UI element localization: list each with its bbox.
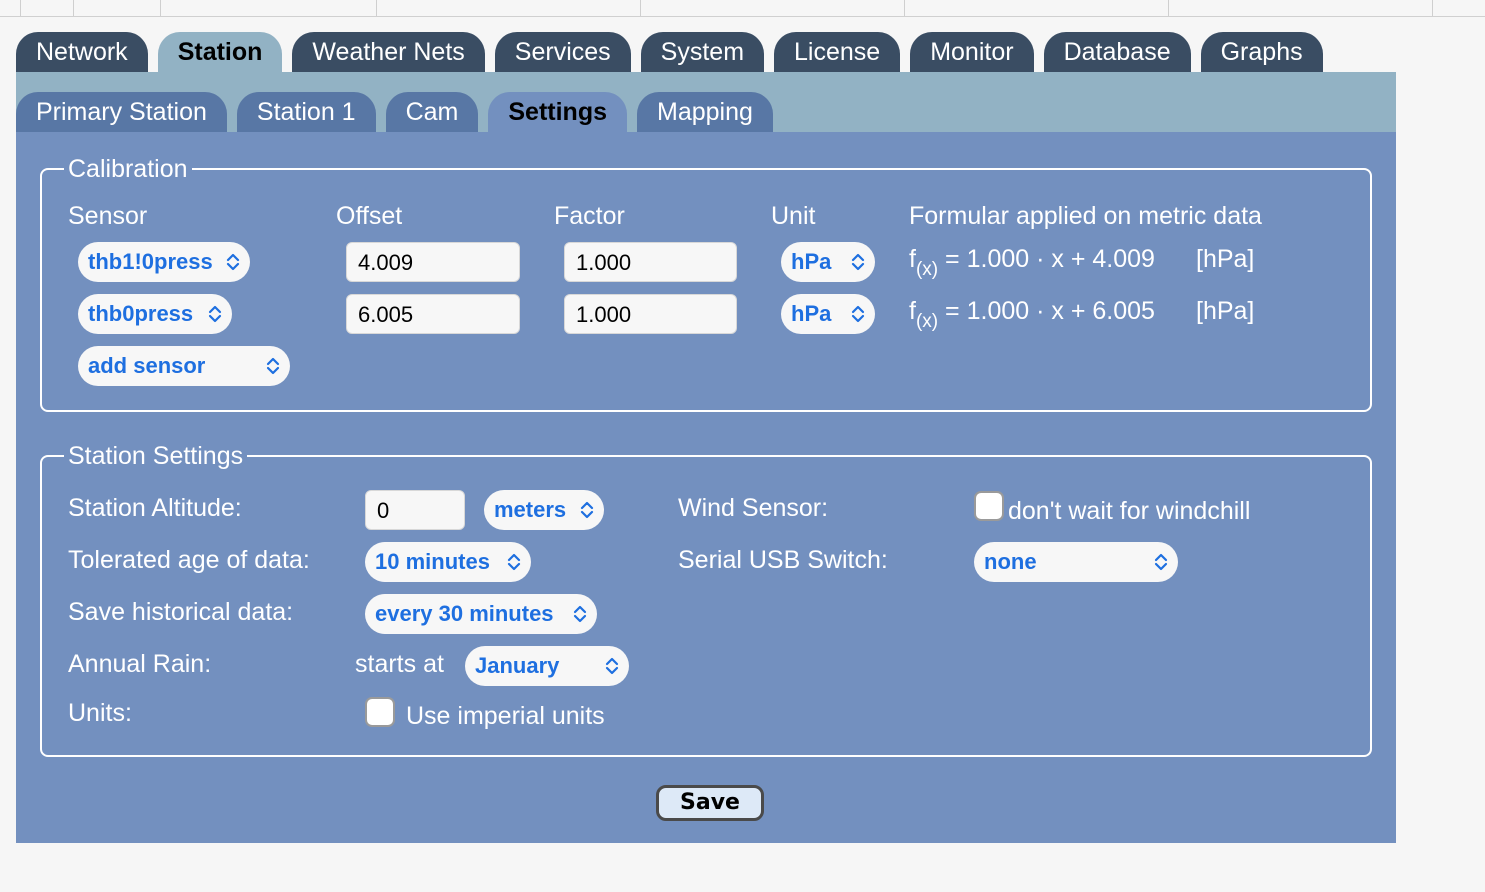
offset-header: Offset <box>336 202 403 230</box>
chevron-updown-icon <box>226 253 240 271</box>
rain-starts-label: starts at <box>355 650 444 678</box>
formula-prefix: f <box>909 245 916 273</box>
sensor-select-row-1[interactable]: thb1!0press <box>78 242 250 282</box>
altitude-unit-select[interactable]: meters <box>484 490 604 530</box>
chevron-updown-icon <box>507 553 521 571</box>
formula-subscript: (x) <box>915 259 939 280</box>
subtab-cam[interactable]: Cam <box>385 92 479 132</box>
factor-input-row-2[interactable]: 1.000 <box>564 294 737 334</box>
units-label: Units: <box>68 699 132 727</box>
formula-prefix: f <box>909 297 916 325</box>
tab-database[interactable]: Database <box>1043 32 1191 72</box>
sensor-select-row-2[interactable]: thb0press <box>78 294 232 334</box>
chevron-updown-icon <box>851 305 865 323</box>
serial-usb-value: none <box>984 549 1037 574</box>
main-tab-bar: Network Station Weather Nets Services Sy… <box>16 32 1323 72</box>
altitude-label: Station Altitude: <box>68 494 242 522</box>
sensor-header: Sensor <box>68 202 148 230</box>
tab-network[interactable]: Network <box>16 32 148 72</box>
subtab-primary-station[interactable]: Primary Station <box>16 92 227 132</box>
formula-row-1: f(x) = 1.000 · x + 4.009 [hPa] <box>909 244 1254 285</box>
formula-header: Formular applied on metric data <box>909 202 1262 230</box>
tab-graphs[interactable]: Graphs <box>1200 32 1323 72</box>
tab-station[interactable]: Station <box>157 32 283 72</box>
station-settings-fieldset: Station Settings Station Altitude: 0 met… <box>40 440 1372 757</box>
tolerated-age-value: 10 minutes <box>375 549 490 574</box>
offset-input-row-2[interactable]: 6.005 <box>346 294 520 334</box>
formula-unit: [hPa] <box>1196 245 1255 273</box>
chevron-updown-icon <box>851 253 865 271</box>
formula-unit: [hPa] <box>1196 297 1255 325</box>
chevron-updown-icon <box>266 357 280 375</box>
chevron-updown-icon <box>573 605 587 623</box>
chevron-updown-icon <box>1154 553 1168 571</box>
settings-content-panel: Calibration Sensor Offset Factor Unit Fo… <box>16 132 1396 843</box>
serial-usb-select[interactable]: none <box>974 542 1178 582</box>
factor-input-row-1[interactable]: 1.000 <box>564 242 737 282</box>
formula-row-2: f(x) = 1.000 · x + 6.005 [hPa] <box>909 296 1254 337</box>
add-sensor-select[interactable]: add sensor <box>78 346 290 386</box>
sensor-select-value: thb0press <box>88 301 194 326</box>
chevron-updown-icon <box>605 657 619 675</box>
tab-weather-nets[interactable]: Weather Nets <box>292 32 485 72</box>
tolerated-age-select[interactable]: 10 minutes <box>365 542 531 582</box>
formula-body: = 1.000 · x + 6.005 <box>938 297 1155 325</box>
unit-select-value: hPa <box>791 301 832 326</box>
subtab-mapping[interactable]: Mapping <box>637 92 773 132</box>
save-historical-label: Save historical data: <box>68 598 294 626</box>
tab-system[interactable]: System <box>640 32 765 72</box>
tab-services[interactable]: Services <box>494 32 631 72</box>
save-button[interactable]: Save <box>656 785 764 821</box>
tab-monitor[interactable]: Monitor <box>910 32 1034 72</box>
windchill-checkbox[interactable] <box>974 491 1004 521</box>
formula-body: = 1.000 · x + 4.009 <box>938 245 1155 273</box>
rain-month-value: January <box>475 653 560 678</box>
annual-rain-label: Annual Rain: <box>68 650 212 678</box>
sensor-select-value: thb1!0press <box>88 249 213 274</box>
imperial-units-checkbox[interactable] <box>365 697 395 727</box>
altitude-unit-value: meters <box>494 497 567 522</box>
altitude-input[interactable]: 0 <box>365 490 465 530</box>
unit-select-row-1[interactable]: hPa <box>781 242 875 282</box>
unit-select-value: hPa <box>791 249 832 274</box>
rain-month-select[interactable]: January <box>465 646 629 686</box>
tab-license[interactable]: License <box>774 32 901 72</box>
station-settings-legend: Station Settings <box>64 440 248 472</box>
serial-usb-label: Serial USB Switch: <box>678 546 888 574</box>
subtab-settings[interactable]: Settings <box>488 92 627 132</box>
wind-sensor-label: Wind Sensor: <box>678 494 829 522</box>
formula-subscript: (x) <box>915 311 939 332</box>
calibration-fieldset: Calibration Sensor Offset Factor Unit Fo… <box>40 153 1372 412</box>
offset-input-row-1[interactable]: 4.009 <box>346 242 520 282</box>
chevron-updown-icon <box>208 305 222 323</box>
sub-tab-bar: Primary Station Station 1 Cam Settings M… <box>16 92 773 132</box>
top-toolbar-strip <box>0 0 1485 17</box>
subtab-station-1[interactable]: Station 1 <box>236 92 376 132</box>
add-sensor-label: add sensor <box>88 353 206 378</box>
calibration-legend: Calibration <box>64 153 192 185</box>
unit-header: Unit <box>771 202 816 230</box>
save-historical-value: every 30 minutes <box>375 601 554 626</box>
unit-select-row-2[interactable]: hPa <box>781 294 875 334</box>
imperial-units-label[interactable]: Use imperial units <box>406 701 605 731</box>
chevron-updown-icon <box>580 501 594 519</box>
tolerated-age-label: Tolerated age of data: <box>68 546 310 574</box>
factor-header: Factor <box>554 202 625 230</box>
save-historical-select[interactable]: every 30 minutes <box>365 594 597 634</box>
windchill-label[interactable]: don't wait for windchill <box>1008 496 1250 526</box>
